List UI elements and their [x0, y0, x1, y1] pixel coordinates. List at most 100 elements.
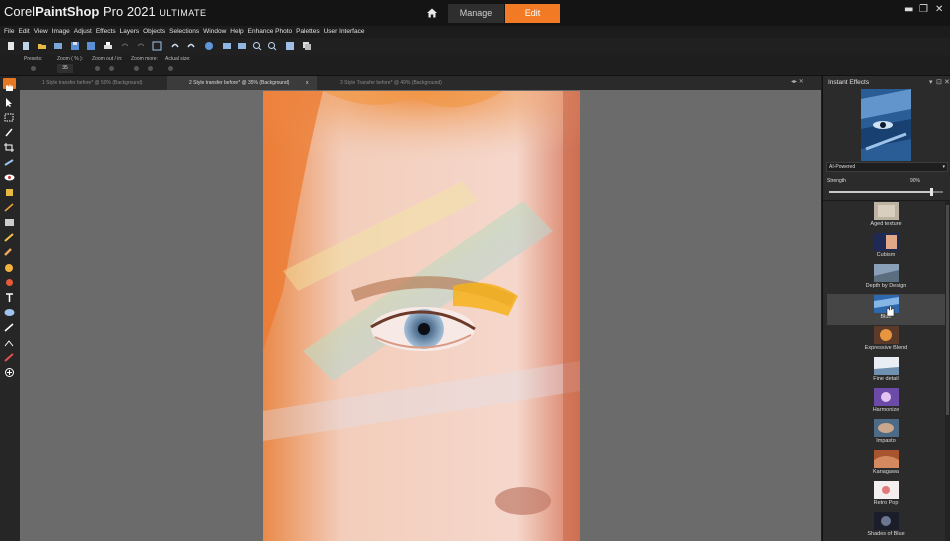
print-icon[interactable]: [103, 41, 113, 51]
menu-adjust[interactable]: Adjust: [74, 26, 92, 38]
panel-pin-icon[interactable]: ⊡: [936, 78, 942, 86]
photo-image[interactable]: [263, 91, 580, 541]
plus-circle-icon: [5, 368, 14, 377]
panel-close-icon[interactable]: ✕: [944, 78, 950, 86]
effect-expressive-blend[interactable]: Expressive Blend: [827, 325, 945, 356]
effect-retro-pop[interactable]: Retro Pop: [827, 480, 945, 511]
presets-picker[interactable]: [31, 66, 36, 71]
menu-help[interactable]: Help: [230, 26, 243, 38]
pan-tool[interactable]: [3, 78, 16, 91]
crop-tool[interactable]: [3, 138, 16, 152]
menu-palettes[interactable]: Palettes: [296, 26, 320, 38]
app-title-product: PaintShop: [35, 4, 100, 19]
effect-depth-by-design[interactable]: Depth by Design: [827, 263, 945, 294]
gradient-tool[interactable]: [3, 213, 16, 226]
effect-aged-texture[interactable]: Aged texture: [827, 201, 945, 232]
grid-icon[interactable]: [285, 41, 295, 51]
doc-tab-1[interactable]: 1 Style transfer before* @ 50% (Backgrou…: [20, 76, 166, 90]
menu-user-interface[interactable]: User Interface: [324, 26, 365, 38]
effect-thumbnail: [874, 450, 899, 468]
image-canvas[interactable]: [20, 90, 821, 541]
rotate-right-icon[interactable]: [186, 41, 196, 51]
effect-fine-detail[interactable]: Fine detail: [827, 356, 945, 387]
fill-tool[interactable]: [3, 258, 16, 272]
selection-tool[interactable]: [3, 108, 16, 122]
menu-enhance-photo[interactable]: Enhance Photo: [248, 26, 292, 38]
effect-cubism[interactable]: Cubism: [827, 232, 945, 263]
effect-category-select[interactable]: AI-Powered ▾: [826, 162, 948, 172]
save-as-icon[interactable]: [86, 41, 96, 51]
effect-blue[interactable]: Blue: [827, 294, 945, 325]
strength-slider[interactable]: [829, 188, 943, 196]
copy-icon[interactable]: [302, 41, 312, 51]
zoom-in-button[interactable]: [109, 66, 114, 71]
menu-window[interactable]: Window: [203, 26, 226, 38]
menu-layers[interactable]: Layers: [120, 26, 140, 38]
straighten-tool[interactable]: [3, 153, 16, 166]
bucket-icon: [5, 264, 13, 272]
doc-tabs-close-icon[interactable]: ◂▸ ✕: [791, 78, 804, 85]
edit-icon[interactable]: [152, 41, 162, 51]
close-button[interactable]: ✕: [935, 4, 943, 15]
tab-manage[interactable]: Manage: [448, 4, 504, 23]
text-tool[interactable]: [3, 288, 16, 302]
scan-icon[interactable]: [53, 41, 63, 51]
tab-edit[interactable]: Edit: [505, 4, 560, 23]
fit-icon[interactable]: [237, 41, 247, 51]
redo-icon[interactable]: [136, 41, 146, 51]
clone-tool[interactable]: [3, 183, 16, 196]
shape-tool[interactable]: [3, 303, 16, 316]
color-replacer-tool[interactable]: [3, 273, 16, 286]
effects-scrollbar[interactable]: [945, 201, 950, 541]
eraser-tool[interactable]: [3, 243, 16, 256]
doc-tab-2-close-button[interactable]: x: [306, 76, 309, 90]
zoom-more-out-button[interactable]: [134, 66, 139, 71]
paint-brush-tool[interactable]: [3, 228, 16, 242]
picture-tube-tool[interactable]: [3, 348, 16, 362]
open-folder-icon[interactable]: [37, 41, 47, 51]
zoom-input[interactable]: 35: [57, 64, 73, 73]
zoom-in-icon[interactable]: [252, 41, 262, 51]
effect-label: Retro Pop: [873, 500, 899, 506]
menu-view[interactable]: View: [34, 26, 48, 38]
menu-image[interactable]: Image: [52, 26, 70, 38]
strength-slider-thumb[interactable]: [930, 188, 934, 196]
menu-selections[interactable]: Selections: [169, 26, 199, 38]
app-title-edition: ULTIMATE: [159, 8, 207, 18]
scratch-remover-tool[interactable]: [3, 198, 16, 212]
menu-effects[interactable]: Effects: [96, 26, 116, 38]
new-document-icon[interactable]: [21, 41, 31, 51]
zoom-more-in-button[interactable]: [148, 66, 153, 71]
info-icon[interactable]: [204, 41, 214, 51]
doc-tab-3[interactable]: 3 Style Transfer before* @ 49% (Backgrou…: [318, 76, 468, 90]
menu-edit[interactable]: Edit: [18, 26, 29, 38]
pick-tool[interactable]: [3, 93, 16, 107]
effect-impasto[interactable]: Impasto: [827, 418, 945, 449]
home-button[interactable]: [418, 3, 446, 23]
zoom-out-button[interactable]: [95, 66, 100, 71]
menu-objects[interactable]: Objects: [143, 26, 165, 38]
rotate-left-icon[interactable]: [170, 41, 180, 51]
new-file-icon[interactable]: [6, 41, 16, 51]
screen-icon[interactable]: [222, 41, 232, 51]
dropper-tool[interactable]: [3, 123, 16, 137]
pen-tool[interactable]: [3, 318, 16, 332]
zoom-out-icon[interactable]: [267, 41, 277, 51]
art-media-tool[interactable]: [3, 333, 16, 347]
panel-options-icon[interactable]: ▾: [929, 78, 933, 86]
effect-kanagawa[interactable]: Kanagawa: [827, 449, 945, 480]
add-tool[interactable]: [3, 363, 16, 377]
save-icon[interactable]: [70, 41, 80, 51]
doc-tab-2[interactable]: 2 Style transfer before* @ 35% (Backgrou…: [167, 76, 317, 90]
menu-file[interactable]: File: [4, 26, 14, 38]
minimize-button[interactable]: ▬: [904, 4, 913, 15]
brush-icon: [4, 233, 14, 242]
restore-button[interactable]: ❐: [919, 4, 928, 15]
effects-scrollbar-thumb[interactable]: [946, 205, 949, 415]
red-eye-tool[interactable]: [3, 168, 16, 181]
actual-size-button[interactable]: [168, 66, 173, 71]
effect-category-value: AI-Powered: [829, 164, 856, 170]
effect-harmonize[interactable]: Harmonize: [827, 387, 945, 418]
effect-shades-of-blue[interactable]: Shades of Blue: [827, 511, 945, 541]
undo-icon[interactable]: [120, 41, 130, 51]
